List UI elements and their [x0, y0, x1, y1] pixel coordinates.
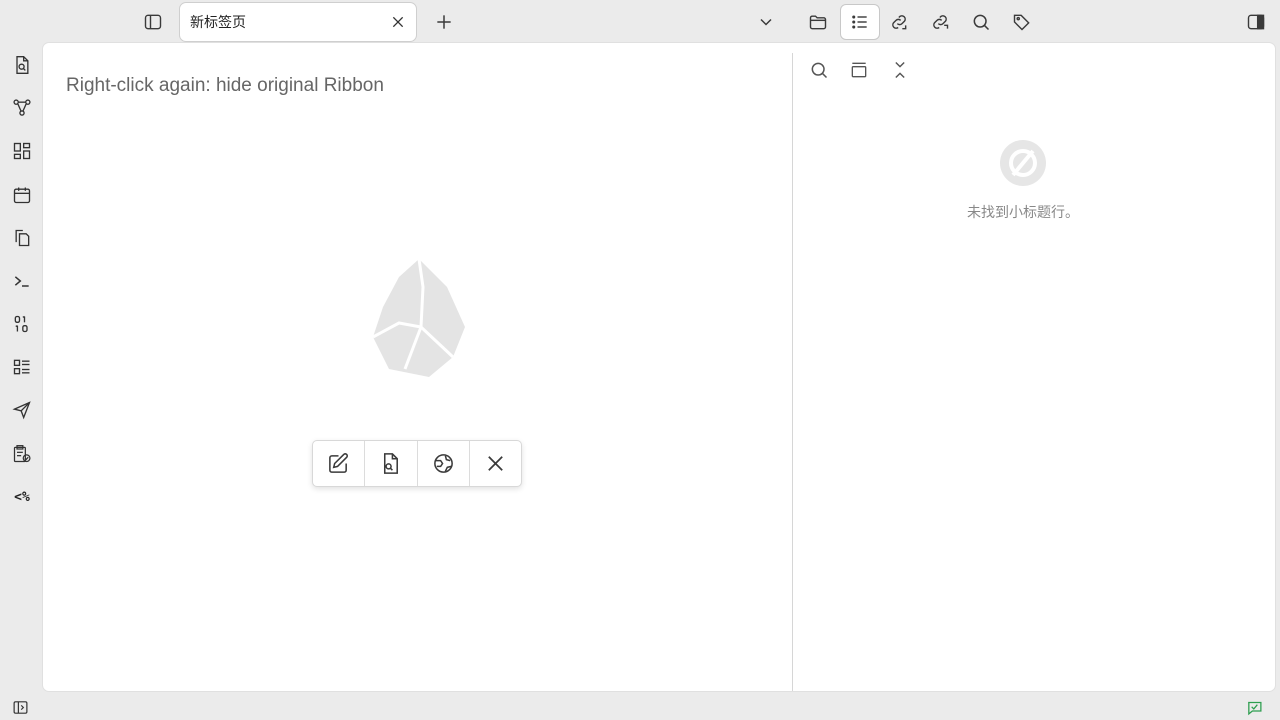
empty-outline-text: 未找到小标题行。 — [967, 205, 1079, 221]
title-bar: 新标签页 — [0, 0, 1280, 44]
folder-icon[interactable] — [802, 6, 834, 38]
collapse-panel-icon[interactable] — [846, 57, 872, 83]
copy-icon[interactable] — [9, 225, 35, 251]
workspace: Right-click again: hide original Ribbon — [43, 43, 1275, 691]
close-icon[interactable] — [470, 441, 521, 486]
right-sidebar-toggle-icon[interactable] — [1240, 6, 1272, 38]
search-icon[interactable] — [965, 6, 997, 38]
empty-state-toolbar — [312, 440, 522, 487]
checklist-icon[interactable] — [9, 354, 35, 380]
collapse-all-icon[interactable] — [887, 57, 913, 83]
edit-icon[interactable] — [313, 441, 366, 486]
file-search-icon[interactable] — [9, 52, 35, 78]
calendar-icon[interactable] — [9, 182, 35, 208]
templater-icon[interactable]: <% — [9, 484, 35, 510]
tab-title: 新标签页 — [190, 15, 246, 31]
file-search-icon[interactable] — [365, 441, 418, 486]
binary-icon[interactable] — [9, 311, 35, 337]
close-icon[interactable] — [390, 14, 406, 30]
editor-pane[interactable]: Right-click again: hide original Ribbon — [43, 43, 792, 691]
chevron-down-icon[interactable] — [750, 6, 782, 38]
obsidian-logo-icon — [372, 258, 465, 377]
graph-icon[interactable] — [9, 95, 35, 121]
sidebar-expand-icon[interactable] — [10, 697, 30, 717]
outgoing-link-icon[interactable] — [924, 6, 956, 38]
no-outline-icon — [1000, 140, 1046, 186]
list-icon[interactable] — [840, 4, 880, 40]
terminal-icon[interactable] — [9, 268, 35, 294]
tag-icon[interactable] — [1006, 6, 1038, 38]
search-icon[interactable] — [806, 57, 832, 83]
clipboard-check-icon[interactable] — [9, 441, 35, 467]
sync-check-icon[interactable] — [1244, 697, 1264, 717]
send-icon[interactable] — [9, 397, 35, 423]
ribbon-hint-text: Right-click again: hide original Ribbon — [66, 75, 384, 96]
backlink-icon[interactable] — [883, 6, 915, 38]
tab-new[interactable]: 新标签页 — [179, 2, 417, 42]
status-bar — [0, 692, 1280, 720]
outline-pane: 未找到小标题行。 — [793, 43, 1275, 691]
globe-icon[interactable] — [418, 441, 470, 486]
layout-icon[interactable] — [9, 138, 35, 164]
left-ribbon: <% — [0, 44, 43, 690]
app-window: 新标签页 <% Right-click again: hide original… — [0, 0, 1280, 720]
plus-icon[interactable] — [428, 6, 460, 38]
sidebar-toggle-icon[interactable] — [137, 6, 169, 38]
